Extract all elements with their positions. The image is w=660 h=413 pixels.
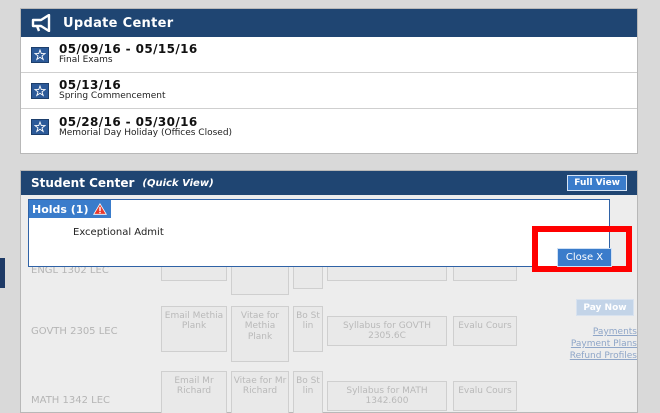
vitae-link[interactable]: Vitae for Mr Richard: [231, 371, 289, 413]
pay-now-button[interactable]: Pay Now: [576, 299, 634, 316]
update-item-desc: Final Exams: [59, 55, 113, 66]
star-icon: [31, 119, 49, 135]
student-center-title: Student Center: [31, 176, 135, 190]
book-store-link[interactable]: Bo St lin: [293, 306, 323, 352]
payments-link[interactable]: Payments: [593, 327, 637, 337]
holds-popup: Holds (1) Exceptional Admit: [28, 199, 610, 267]
student-center-header: Student Center (Quick View) Full View: [21, 171, 637, 195]
course-name: MATH 1342 LEC: [31, 395, 110, 406]
evaluation-link[interactable]: Evalu Cours: [453, 316, 517, 346]
update-center-title: Update Center: [63, 15, 174, 31]
star-icon: [31, 46, 49, 63]
update-item-date: 05/28/16 - 05/30/16: [59, 114, 198, 129]
table-row: MATH 1342 LEC Email Mr Richard Vitae for…: [21, 371, 521, 413]
table-row: GOVTH 2305 LEC Email Methia Plank Vitae …: [21, 306, 521, 364]
holds-tab-label: Holds (1): [32, 202, 89, 216]
evaluation-link[interactable]: Evalu Cours: [453, 381, 517, 411]
course-name: GOVTH 2305 LEC: [31, 326, 118, 337]
update-item[interactable]: 05/13/16 Spring Commencement: [21, 73, 637, 109]
star-icon: [31, 82, 49, 99]
student-center-subtitle: (Quick View): [142, 177, 214, 189]
syllabus-link[interactable]: Syllabus for MATH 1342.600: [327, 381, 447, 411]
syllabus-link[interactable]: Syllabus for GOVTH 2305.6C: [327, 316, 447, 346]
update-center-panel: Update Center 05/09/16 - 05/15/16 Final …: [20, 8, 638, 154]
megaphone-icon: [31, 14, 51, 32]
full-view-button[interactable]: Full View: [567, 175, 627, 191]
refund-profiles-link[interactable]: Refund Profiles: [570, 351, 637, 361]
left-edge-strip: [0, 258, 5, 288]
update-center-header: Update Center: [21, 9, 637, 37]
vitae-link[interactable]: Vitae for Methia Plank: [231, 306, 289, 362]
email-instructor-link[interactable]: Email Mr Richard: [161, 371, 227, 413]
book-store-link[interactable]: Bo St lin: [293, 371, 323, 413]
update-item[interactable]: 05/28/16 - 05/30/16 Memorial Day Holiday…: [21, 109, 637, 145]
warning-icon: [92, 203, 107, 215]
update-item[interactable]: 05/09/16 - 05/15/16 Final Exams: [21, 37, 637, 73]
update-item-desc: Spring Commencement: [59, 91, 166, 102]
email-instructor-link[interactable]: Email Methia Plank: [161, 306, 227, 352]
close-button[interactable]: Close X: [557, 248, 612, 267]
hold-item: Exceptional Admit: [73, 227, 164, 238]
payment-plans-link[interactable]: Payment Plans: [571, 339, 637, 349]
holds-tab: Holds (1): [29, 200, 111, 218]
update-item-desc: Memorial Day Holiday (Offices Closed): [59, 127, 233, 138]
